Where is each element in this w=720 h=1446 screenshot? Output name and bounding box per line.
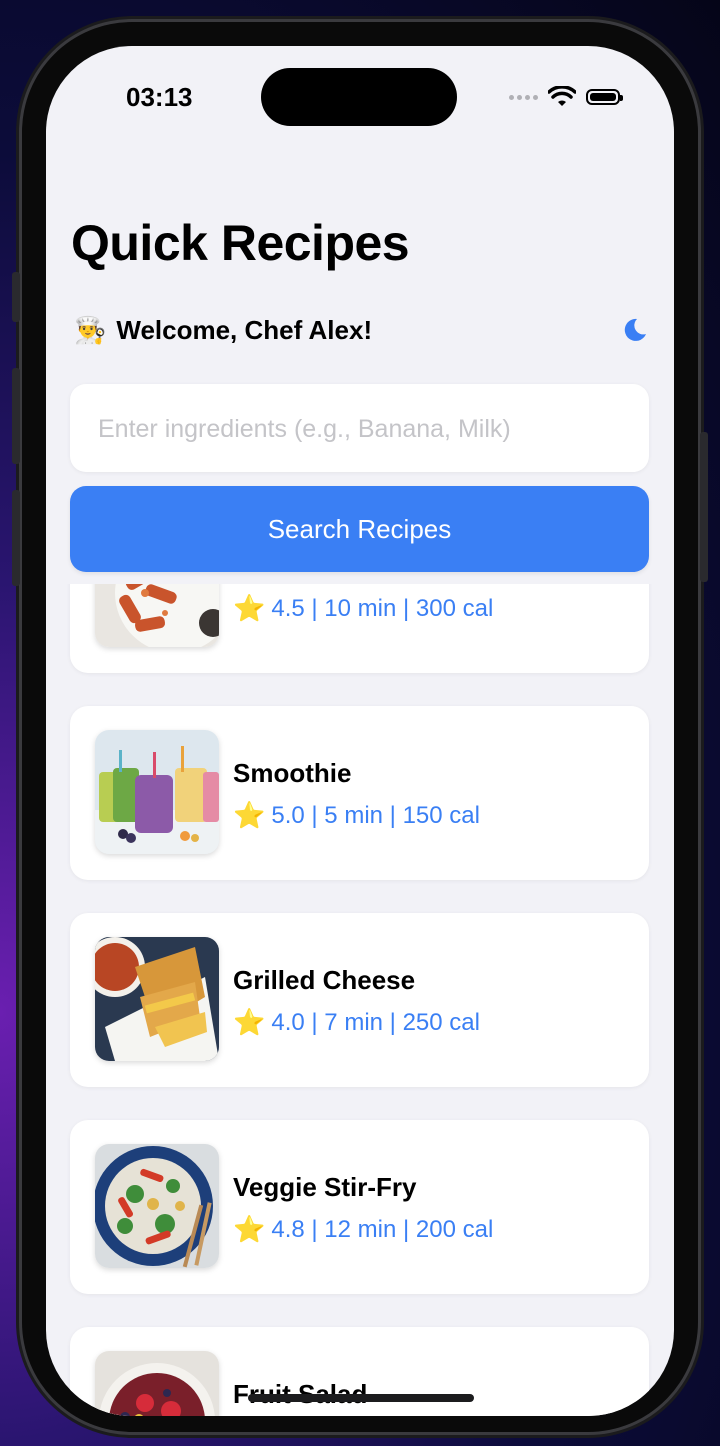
ingredients-search-field[interactable]	[70, 384, 649, 474]
recipe-card[interactable]: Fruit Salad	[70, 1327, 649, 1416]
recipe-card[interactable]: ⭐ 4.5 | 10 min | 300 cal	[70, 584, 649, 673]
recipe-meta: ⭐ 4.0 | 7 min | 250 cal	[233, 1007, 480, 1038]
recipe-stats: 5.0 | 5 min | 150 cal	[271, 801, 480, 829]
welcome-text: Welcome, Chef Alex!	[116, 314, 373, 345]
recipe-meta: ⭐ 4.8 | 12 min | 200 cal	[233, 1214, 493, 1245]
star-icon: ⭐	[233, 1214, 266, 1244]
power-button	[700, 432, 708, 582]
dynamic-island	[261, 68, 457, 126]
recipe-image-grilled-cheese	[95, 937, 219, 1061]
status-icons	[509, 86, 623, 108]
search-recipes-button[interactable]: Search Recipes	[70, 486, 649, 572]
star-icon: ⭐	[233, 593, 266, 623]
battery-icon	[586, 89, 623, 105]
recipe-image-fruit-salad	[95, 1351, 219, 1416]
page-title: Quick Recipes	[71, 215, 410, 271]
star-icon: ⭐	[233, 800, 266, 830]
ingredients-input[interactable]	[96, 384, 627, 474]
action-button	[12, 272, 20, 322]
recipe-card[interactable]: Grilled Cheese ⭐ 4.0 | 7 min | 250 cal	[70, 913, 649, 1087]
volume-down-button	[12, 490, 20, 586]
recipe-name: Veggie Stir-Fry	[233, 1172, 417, 1202]
wifi-icon	[548, 86, 576, 106]
recipe-image-pasta	[95, 584, 219, 647]
signal-icon	[509, 94, 538, 100]
chef-icon: 👨‍🍳	[74, 314, 107, 345]
recipe-image-stir-fry	[95, 1144, 219, 1268]
recipe-meta: ⭐ 4.5 | 10 min | 300 cal	[233, 593, 493, 624]
star-icon: ⭐	[233, 1007, 266, 1037]
recipe-name: Grilled Cheese	[233, 965, 416, 995]
home-indicator[interactable]	[248, 1394, 474, 1402]
recipe-stats: 4.0 | 7 min | 250 cal	[271, 1008, 480, 1036]
recipe-list[interactable]: ⭐ 4.5 | 10 min | 300 cal Smoothie ⭐ 5.0 …	[46, 584, 674, 1416]
recipe-stats: 4.5 | 10 min | 300 cal	[271, 594, 494, 622]
moon-icon[interactable]	[620, 316, 648, 344]
volume-up-button	[12, 368, 20, 464]
status-time: 03:13	[126, 82, 193, 112]
recipe-card[interactable]: Veggie Stir-Fry ⭐ 4.8 | 12 min | 200 cal	[70, 1120, 649, 1294]
recipe-card[interactable]: Smoothie ⭐ 5.0 | 5 min | 150 cal	[70, 706, 649, 880]
app-screen: 03:13 Quick Recipes 👨‍🍳 Welcome, Chef Al…	[46, 46, 674, 1416]
recipe-name: Smoothie	[233, 758, 352, 788]
recipe-stats: 4.8 | 12 min | 200 cal	[271, 1215, 494, 1243]
welcome-row: 👨‍🍳 Welcome, Chef Alex!	[74, 310, 648, 350]
recipe-image-smoothie	[95, 730, 219, 854]
recipe-meta: ⭐ 5.0 | 5 min | 150 cal	[233, 800, 480, 831]
